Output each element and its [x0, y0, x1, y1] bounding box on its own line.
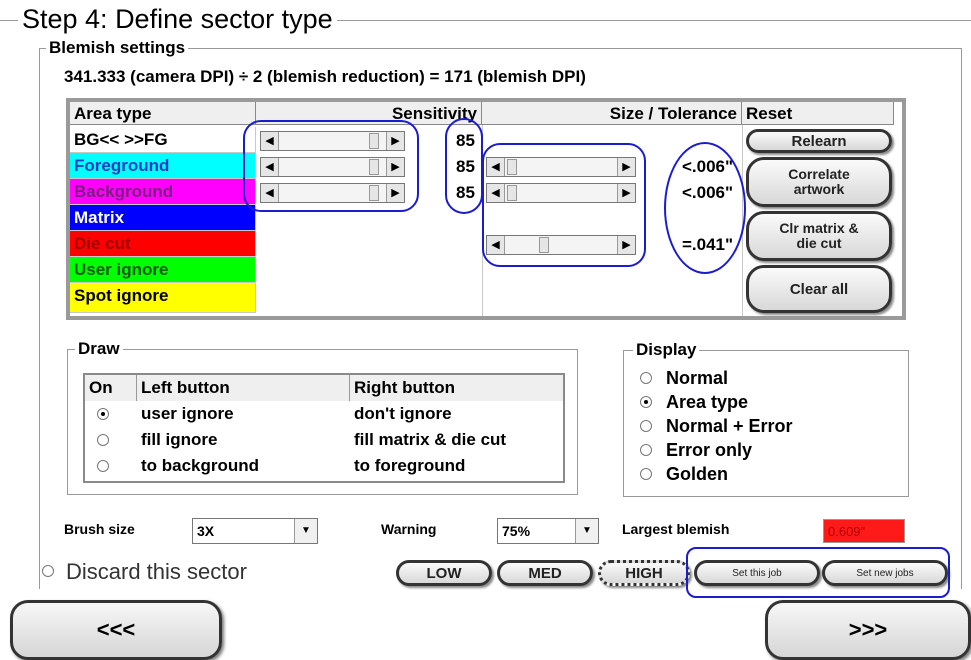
draw-left-user-ignore: user ignore: [141, 404, 234, 423]
blemish-settings-legend: Blemish settings: [46, 38, 189, 58]
draw-right-to-foreground: to foreground: [354, 456, 466, 475]
annotation-circle-tolerance-sliders: [482, 143, 646, 267]
header-size-tolerance: Size / Tolerance: [482, 102, 742, 125]
draw-table: On Left button Right button user ignore …: [83, 373, 565, 483]
correlate-artwork-button[interactable]: Correlate artwork: [746, 157, 892, 207]
clear-matrix-die-cut-button[interactable]: Clr matrix & die cut: [746, 211, 892, 261]
page-title: Step 4: Define sector type: [18, 4, 337, 35]
display-option-error-only: Error only: [666, 440, 753, 460]
display-option-area-type: Area type: [666, 392, 749, 412]
med-button[interactable]: MED: [497, 560, 593, 586]
area-row-bg-fg[interactable]: BG<< >>FG: [70, 127, 256, 153]
display-legend: Display: [633, 340, 700, 360]
area-row-matrix[interactable]: Matrix: [70, 205, 256, 231]
warning-select[interactable]: 75% ▼: [497, 518, 599, 544]
largest-blemish-value: 0.609": [823, 519, 905, 543]
back-button[interactable]: <<<: [10, 600, 222, 660]
discard-sector-radio[interactable]: [42, 565, 54, 577]
brush-size-value: 3X: [197, 523, 215, 539]
area-row-user-ignore[interactable]: User ignore: [70, 257, 256, 283]
draw-left-fill-ignore: fill ignore: [141, 430, 218, 449]
clear-all-button[interactable]: Clear all: [746, 265, 892, 313]
area-row-background[interactable]: Background: [70, 179, 256, 205]
draw-header-on: On: [85, 375, 137, 401]
draw-legend: Draw: [75, 339, 123, 359]
draw-right-dont-ignore: don't ignore: [354, 404, 452, 423]
annotation-circle-sensitivity-values: [445, 118, 483, 214]
warning-label: Warning: [381, 521, 437, 537]
draw-header-right: Right button: [350, 375, 563, 401]
display-option-normal-error: Normal + Error: [666, 416, 793, 436]
area-row-spot-ignore[interactable]: Spot ignore: [70, 283, 256, 313]
header-area-type: Area type: [70, 102, 256, 125]
low-button[interactable]: LOW: [396, 560, 492, 586]
display-radio-golden[interactable]: [640, 468, 652, 480]
draw-radio-row-1[interactable]: [97, 408, 109, 420]
area-row-die-cut[interactable]: Die cut: [70, 231, 256, 257]
display-radio-normal[interactable]: [640, 372, 652, 384]
annotation-circle-sensitivity-sliders: [243, 120, 419, 212]
display-radio-area-type[interactable]: [640, 396, 652, 408]
largest-blemish-label: Largest blemish: [622, 521, 730, 537]
brush-size-select[interactable]: 3X ▼: [192, 518, 318, 544]
forward-button[interactable]: >>>: [765, 600, 971, 660]
relearn-button[interactable]: Relearn: [746, 129, 892, 153]
header-reset: Reset: [742, 102, 894, 125]
chevron-down-icon[interactable]: ▼: [294, 519, 317, 543]
draw-right-fill-matrix: fill matrix & die cut: [354, 430, 507, 449]
discard-sector-label: Discard this sector: [66, 559, 247, 584]
annotation-box-set-jobs: [686, 547, 950, 598]
draw-header-left: Left button: [137, 375, 350, 401]
display-radio-normal-error[interactable]: [640, 420, 652, 432]
chevron-down-icon[interactable]: ▼: [575, 519, 598, 543]
annotation-circle-tolerance-values: [664, 142, 746, 274]
display-radio-error-only[interactable]: [640, 444, 652, 456]
draw-radio-row-2[interactable]: [97, 434, 109, 446]
brush-size-label: Brush size: [64, 521, 135, 537]
draw-radio-row-3[interactable]: [97, 460, 109, 472]
display-option-normal: Normal: [666, 368, 729, 388]
area-row-foreground[interactable]: Foreground: [70, 153, 256, 179]
display-option-golden: Golden: [666, 464, 728, 484]
dpi-formula: 341.333 (camera DPI) ÷ 2 (blemish reduct…: [64, 67, 586, 86]
warning-value: 75%: [502, 523, 531, 539]
high-button[interactable]: HIGH: [598, 560, 690, 586]
draw-left-to-background: to background: [141, 456, 260, 475]
